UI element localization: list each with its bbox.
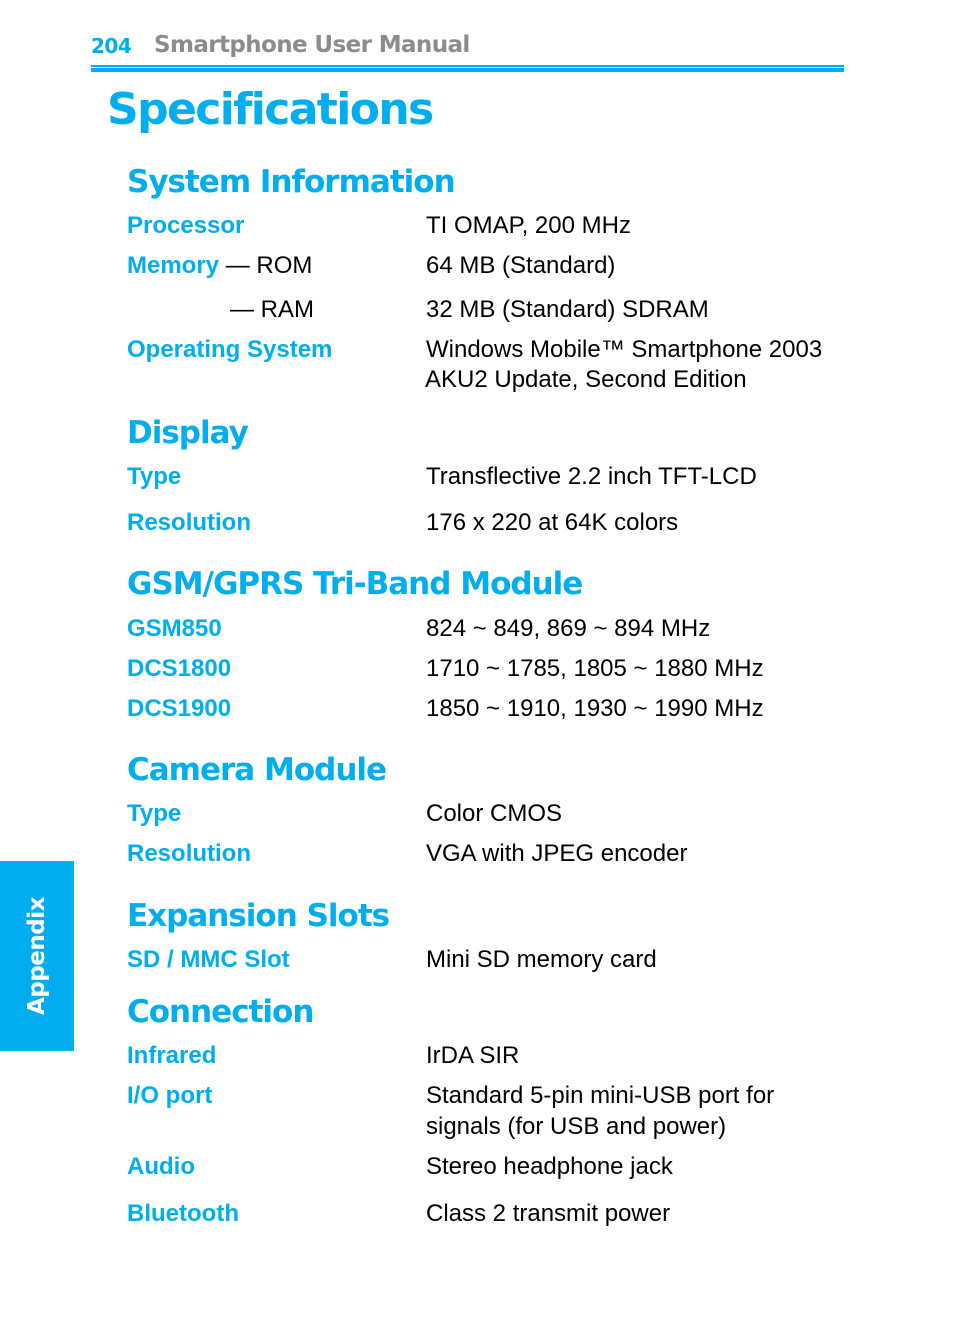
section-title-camera-module: Camera Module [127, 752, 387, 788]
spec-label-memory-rom: Memory — ROM [127, 252, 312, 280]
appendix-tab-label: Appendix [24, 897, 50, 1015]
spec-label-os: Operating System [127, 336, 333, 363]
spec-value-processor: TI OMAP, 200 MHz [426, 212, 631, 239]
spec-label-memory-ram: — RAM [230, 296, 314, 324]
spec-label-sd-slot: SD / MMC Slot [127, 946, 290, 973]
ram-sublabel: — RAM [230, 296, 314, 323]
header-rule-thin [91, 65, 844, 67]
spec-value-os-line1: Windows Mobile™ Smartphone 2003 [426, 336, 823, 363]
manual-title: Smartphone User Manual [154, 32, 470, 58]
spec-value-os-line2: AKU2 Update, Second Edition [425, 366, 747, 393]
spec-label-gsm850: GSM850 [127, 615, 222, 642]
spec-value-camera-type: Color CMOS [426, 800, 563, 827]
section-title-expansion-slots: Expansion Slots [127, 898, 390, 934]
spec-value-display-type: Transflective 2.2 inch TFT-LCD [426, 463, 757, 490]
spec-label-camera-type: Type [127, 800, 182, 827]
spec-value-memory-ram: 32 MB (Standard) SDRAM [426, 296, 709, 323]
spec-value-display-resolution: 176 x 220 at 64K colors [426, 509, 679, 536]
spec-value-dcs1800: 1710 ~ 1785, 1805 ~ 1880 MHz [426, 655, 764, 682]
spec-value-memory-rom: 64 MB (Standard) [426, 252, 616, 279]
appendix-side-tab[interactable]: Appendix [0, 861, 74, 1051]
section-title-system-information: System Information [127, 164, 456, 200]
section-title-gsm-module: GSM/GPRS Tri-Band Module [127, 566, 583, 602]
page-number: 204 [91, 34, 132, 58]
spec-value-gsm850: 824 ~ 849, 869 ~ 894 MHz [426, 615, 711, 642]
rom-sublabel: — ROM [219, 252, 313, 279]
spec-label-camera-resolution: Resolution [127, 840, 251, 867]
spec-value-camera-resolution: VGA with JPEG encoder [426, 840, 688, 867]
spec-label-display-type: Type [127, 463, 182, 490]
spec-value-dcs1900: 1850 ~ 1910, 1930 ~ 1990 MHz [426, 695, 764, 722]
section-title-display: Display [127, 415, 249, 451]
section-title-connection: Connection [127, 994, 314, 1030]
spec-value-infrared: IrDA SIR [426, 1042, 520, 1069]
spec-label-processor: Processor [127, 212, 245, 239]
spec-label-display-resolution: Resolution [127, 509, 251, 536]
page-title: Specifications [107, 84, 434, 135]
spec-label-infrared: Infrared [127, 1042, 217, 1069]
spec-label-dcs1800: DCS1800 [127, 655, 232, 682]
spec-value-sd-slot: Mini SD memory card [426, 946, 657, 973]
spec-value-bluetooth: Class 2 transmit power [426, 1200, 671, 1227]
spec-label-dcs1900: DCS1900 [127, 695, 232, 722]
memory-label: Memory [127, 252, 220, 279]
spec-label-audio: Audio [127, 1153, 195, 1180]
spec-value-io-port-line2: signals (for USB and power) [426, 1113, 727, 1140]
spec-label-bluetooth: Bluetooth [127, 1200, 239, 1227]
spec-value-audio: Stereo headphone jack [426, 1153, 673, 1180]
spec-label-io-port: I/O port [127, 1082, 213, 1109]
header-rule-thick [91, 68, 844, 72]
spec-value-io-port-line1: Standard 5-pin mini-USB port for [426, 1082, 775, 1109]
